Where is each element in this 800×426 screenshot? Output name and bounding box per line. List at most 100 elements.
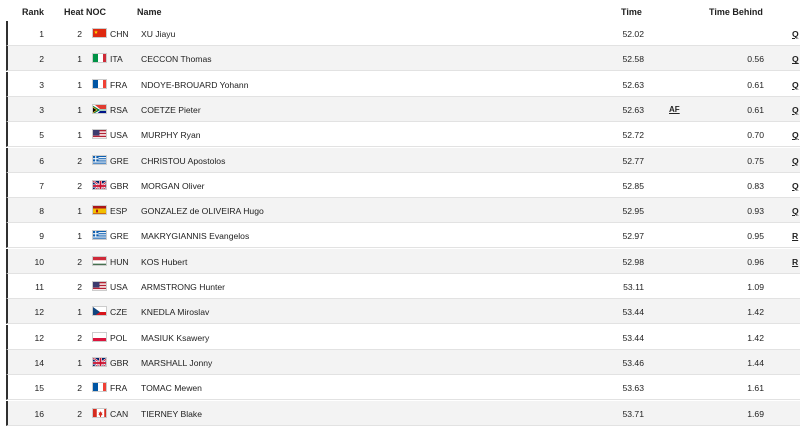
time-cell: 52.58 xyxy=(598,54,644,64)
time-cell: 52.72 xyxy=(598,130,644,140)
athlete-name-link[interactable]: MAKRYGIANNIS Evangelos xyxy=(141,231,249,241)
athlete-name-link[interactable]: MARSHALL Jonny xyxy=(141,358,212,368)
heat-cell: 1 xyxy=(46,130,82,140)
table-row[interactable]: 72GBRMORGAN Oliver52.850.83Q xyxy=(6,173,800,198)
noc-cell: POL xyxy=(110,333,127,343)
header-noc[interactable]: NOC xyxy=(86,7,106,17)
qualification-badge[interactable]: Q xyxy=(792,105,799,115)
noc-cell: GRE xyxy=(110,231,129,241)
time-cell: 52.85 xyxy=(598,181,644,191)
france-flag-icon xyxy=(92,382,107,392)
athlete-name-link[interactable]: GONZALEZ de OLIVEIRA Hugo xyxy=(141,206,264,216)
athlete-name-link[interactable]: ARMSTRONG Hunter xyxy=(141,282,225,292)
table-row[interactable]: 141GBRMARSHALL Jonny53.461.44 xyxy=(6,350,800,375)
rank-cell: 14 xyxy=(8,358,44,368)
qualification-badge[interactable]: Q xyxy=(792,29,799,39)
rank-cell: 3 xyxy=(8,80,44,90)
athlete-name-link[interactable]: COETZE Pieter xyxy=(141,105,201,115)
canada-flag-icon xyxy=(92,408,107,418)
qualification-badge[interactable]: Q xyxy=(792,54,799,64)
uk-flag-icon xyxy=(92,357,107,367)
time-behind-cell: 0.61 xyxy=(712,105,764,115)
table-row[interactable]: 121CZEKNEDLA Miroslav53.441.42 xyxy=(6,299,800,324)
rank-cell: 5 xyxy=(8,130,44,140)
uk-flag-icon xyxy=(92,180,107,190)
athlete-name-link[interactable]: MURPHY Ryan xyxy=(141,130,201,140)
table-row[interactable]: 122POLMASIUK Ksawery53.441.42 xyxy=(6,325,800,350)
poland-flag-icon xyxy=(92,332,107,342)
time-cell: 52.63 xyxy=(598,105,644,115)
heat-cell: 1 xyxy=(46,358,82,368)
noc-cell: CAN xyxy=(110,409,128,419)
table-row[interactable]: 102HUNKOS Hubert52.980.96R xyxy=(6,249,800,274)
south-africa-flag-icon xyxy=(92,104,107,114)
athlete-name-link[interactable]: KOS Hubert xyxy=(141,257,187,267)
qualification-badge[interactable]: Q xyxy=(792,80,799,90)
noc-cell: CHN xyxy=(110,29,129,39)
athlete-name-link[interactable]: MORGAN Oliver xyxy=(141,181,205,191)
noc-cell: GBR xyxy=(110,358,129,368)
time-behind-cell: 1.44 xyxy=(712,358,764,368)
rank-cell: 6 xyxy=(8,156,44,166)
qualification-badge[interactable]: R xyxy=(792,257,798,267)
italy-flag-icon xyxy=(92,53,107,63)
record-note[interactable]: AF xyxy=(669,105,680,114)
qualification-badge[interactable]: Q xyxy=(792,156,799,166)
time-behind-cell: 0.95 xyxy=(712,231,764,241)
athlete-name-link[interactable]: TOMAC Mewen xyxy=(141,383,202,393)
time-cell: 52.97 xyxy=(598,231,644,241)
time-behind-cell: 1.69 xyxy=(712,409,764,419)
noc-cell: ITA xyxy=(110,54,123,64)
rank-cell: 8 xyxy=(8,206,44,216)
time-behind-cell: 0.56 xyxy=(712,54,764,64)
noc-cell: CZE xyxy=(110,307,127,317)
header-name[interactable]: Name xyxy=(137,7,162,17)
rank-cell: 12 xyxy=(8,333,44,343)
table-row[interactable]: 91GREMAKRYGIANNIS Evangelos52.970.95R xyxy=(6,223,800,248)
athlete-name-link[interactable]: NDOYE-BROUARD Yohann xyxy=(141,80,248,90)
rank-cell: 1 xyxy=(8,29,44,39)
heat-cell: 2 xyxy=(46,409,82,419)
table-row[interactable]: 12CHNXU Jiayu52.02Q xyxy=(6,21,800,46)
header-time[interactable]: Time xyxy=(621,7,642,17)
spain-flag-icon xyxy=(92,205,107,215)
table-row[interactable]: 21ITACECCON Thomas52.580.56Q xyxy=(6,46,800,71)
czech-flag-icon xyxy=(92,306,107,316)
heat-cell: 2 xyxy=(46,333,82,343)
time-cell: 52.98 xyxy=(598,257,644,267)
athlete-name-link[interactable]: CECCON Thomas xyxy=(141,54,212,64)
athlete-name-link[interactable]: MASIUK Ksawery xyxy=(141,333,209,343)
qualification-badge[interactable]: Q xyxy=(792,181,799,191)
table-row[interactable]: 112USAARMSTRONG Hunter53.111.09 xyxy=(6,274,800,299)
time-behind-cell: 0.61 xyxy=(712,80,764,90)
table-header: Rank Heat NOC Name Time Time Behind xyxy=(0,0,800,21)
athlete-name-link[interactable]: XU Jiayu xyxy=(141,29,175,39)
table-row[interactable]: 162 CAN TIERNEY Blake 53.71 1.69 xyxy=(6,401,800,426)
athlete-name-link[interactable]: TIERNEY Blake xyxy=(141,409,202,419)
rank-cell: 3 xyxy=(8,105,44,115)
time-cell: 53.71 xyxy=(598,409,644,419)
header-rank[interactable]: Rank xyxy=(22,7,44,17)
athlete-name-link[interactable]: CHRISTOU Apostolos xyxy=(141,156,225,166)
table-row[interactable]: 81ESPGONZALEZ de OLIVEIRA Hugo52.950.93Q xyxy=(6,198,800,223)
qualification-badge[interactable]: R xyxy=(792,231,798,241)
rank-cell: 15 xyxy=(8,383,44,393)
time-cell: 53.11 xyxy=(598,282,644,292)
table-row[interactable]: 51USAMURPHY Ryan52.720.70Q xyxy=(6,122,800,147)
qualification-badge[interactable]: Q xyxy=(792,206,799,216)
header-heat[interactable]: Heat xyxy=(64,7,84,17)
noc-cell: FRA xyxy=(110,80,127,90)
header-time-behind[interactable]: Time Behind xyxy=(709,7,763,17)
rank-cell: 16 xyxy=(8,409,44,419)
table-row[interactable]: 31FRANDOYE-BROUARD Yohann52.630.61Q xyxy=(6,72,800,97)
qualification-badge[interactable]: Q xyxy=(792,130,799,140)
table-row[interactable]: 62GRECHRISTOU Apostolos52.770.75Q xyxy=(6,148,800,173)
heat-cell: 1 xyxy=(46,231,82,241)
noc-cell: GBR xyxy=(110,181,129,191)
time-behind-cell: 0.93 xyxy=(712,206,764,216)
rank-cell: 2 xyxy=(8,54,44,64)
table-row[interactable]: 31RSACOETZE Pieter52.63AF0.61Q xyxy=(6,97,800,122)
table-row[interactable]: 152FRATOMAC Mewen53.631.61 xyxy=(6,375,800,400)
time-cell: 52.77 xyxy=(598,156,644,166)
athlete-name-link[interactable]: KNEDLA Miroslav xyxy=(141,307,209,317)
